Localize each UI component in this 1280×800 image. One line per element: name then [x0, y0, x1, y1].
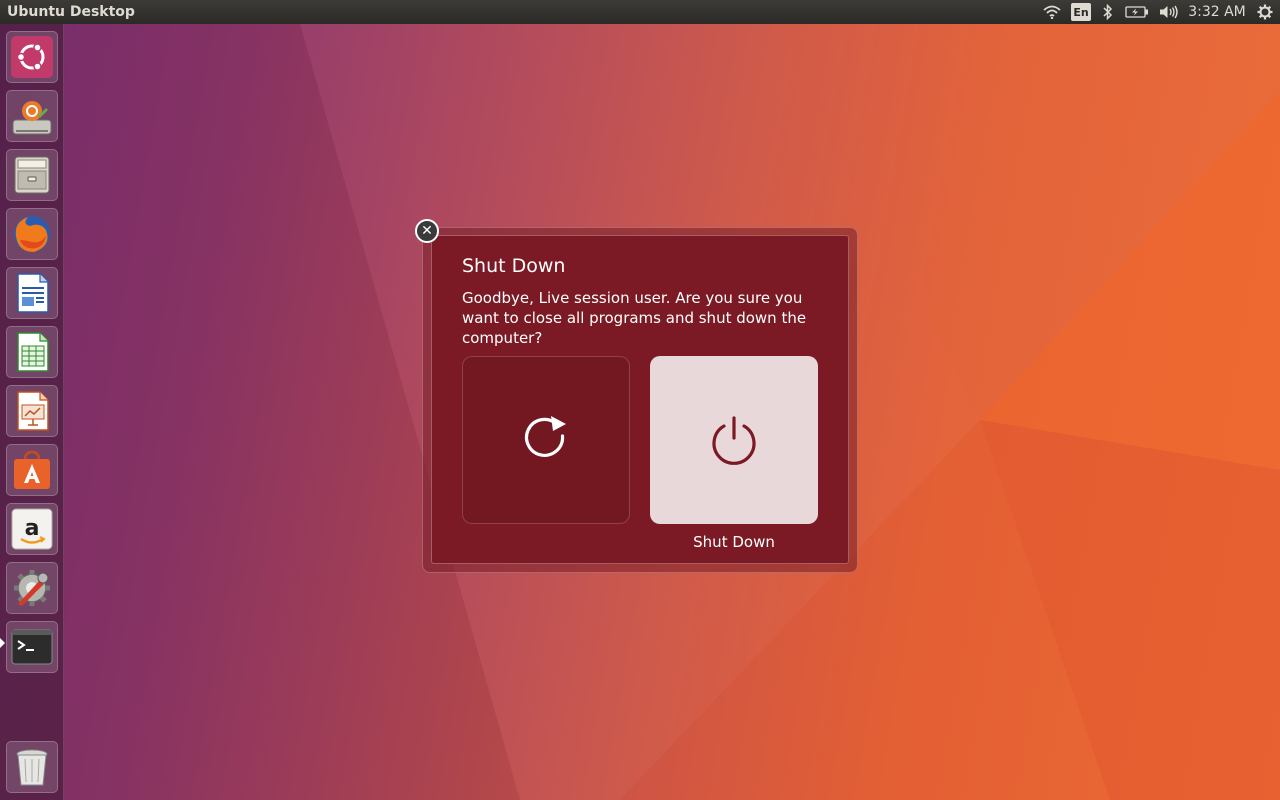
indicator-area: En 3:32 AM	[1038, 0, 1280, 24]
wifi-icon[interactable]	[1038, 0, 1066, 24]
keyboard-language-indicator[interactable]: En	[1066, 0, 1096, 24]
battery-icon[interactable]	[1120, 0, 1154, 24]
launcher-item-files[interactable]	[6, 149, 58, 201]
dialog-close-button[interactable]: ✕	[415, 219, 439, 243]
launcher-item-firefox[interactable]	[6, 208, 58, 260]
settings-wrench-icon	[14, 570, 50, 606]
launcher-item-trash[interactable]	[6, 741, 58, 793]
amazon-icon: a	[11, 508, 53, 550]
firefox-icon	[14, 216, 50, 252]
writer-icon	[17, 273, 49, 313]
dialog-title: Shut Down	[462, 255, 566, 277]
launcher-item-software[interactable]	[6, 444, 58, 496]
volume-icon[interactable]	[1154, 0, 1184, 24]
power-icon	[712, 416, 756, 465]
shutdown-button[interactable]	[650, 356, 818, 524]
ubuntu-logo-icon	[11, 36, 53, 78]
launcher: a	[0, 24, 64, 800]
file-cabinet-icon	[14, 156, 50, 194]
top-panel: Ubuntu Desktop En 3:32 AM	[0, 0, 1280, 24]
launcher-item-amazon[interactable]: a	[6, 503, 58, 555]
language-label: En	[1071, 3, 1091, 21]
dialog-message: Goodbye, Live session user. Are you sure…	[462, 289, 807, 347]
panel-title: Ubuntu Desktop	[7, 4, 135, 20]
launcher-item-terminal[interactable]	[6, 621, 58, 673]
calc-icon	[17, 332, 49, 372]
launcher-item-impress[interactable]	[6, 385, 58, 437]
launcher-item-system-settings[interactable]	[6, 562, 58, 614]
launcher-item-calc[interactable]	[6, 326, 58, 378]
terminal-icon	[11, 629, 53, 665]
close-icon: ✕	[421, 223, 433, 239]
shutdown-button-label: Shut Down	[693, 533, 775, 551]
svg-text:a: a	[25, 516, 40, 541]
launcher-item-dash[interactable]	[6, 31, 58, 83]
launcher-item-install-ubuntu[interactable]	[6, 90, 58, 142]
running-indicator	[0, 638, 5, 648]
launcher-item-writer[interactable]	[6, 267, 58, 319]
trash-icon	[16, 749, 48, 786]
clock[interactable]: 3:32 AM	[1184, 0, 1250, 24]
impress-icon	[17, 391, 49, 431]
restart-icon	[525, 416, 566, 457]
session-gear-icon[interactable]	[1250, 0, 1280, 24]
restart-button[interactable]	[462, 356, 630, 524]
bluetooth-icon[interactable]	[1096, 0, 1120, 24]
installer-icon	[12, 101, 52, 135]
software-bag-icon	[14, 450, 50, 489]
